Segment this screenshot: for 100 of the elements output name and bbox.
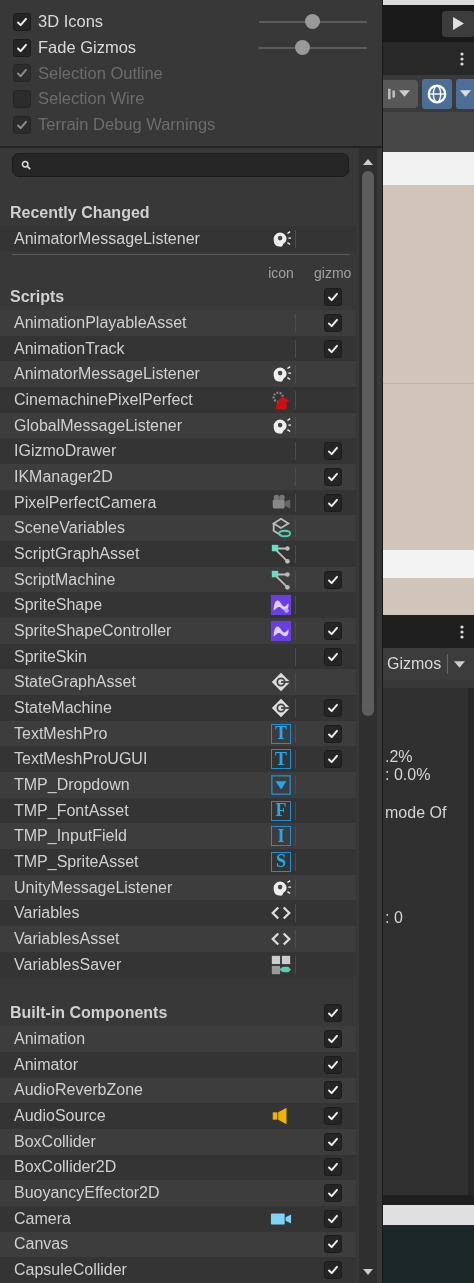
letter-icon: I [271, 826, 291, 847]
component-name: TMP_SpriteAsset [13, 852, 140, 871]
gizmo-checkbox[interactable] [324, 467, 342, 486]
component-name: UnityMessageListener [13, 878, 174, 897]
play-button[interactable] [442, 10, 474, 37]
slider-thumb[interactable] [304, 14, 320, 30]
node-graph-icon [270, 568, 292, 591]
view-mode-button[interactable] [383, 79, 418, 108]
state-node-icon [270, 696, 292, 719]
more-icon[interactable] [460, 624, 464, 639]
gizmo-checkbox[interactable] [324, 493, 342, 512]
component-name: TMP_FontAsset [13, 801, 130, 820]
scroll-down-icon[interactable] [363, 1269, 373, 1275]
column-header: gizmo [313, 264, 353, 281]
component-name: SpriteShapeController [13, 621, 173, 640]
play-icon [452, 17, 464, 30]
component-name: CapsuleCollider [13, 1261, 128, 1280]
orientation-button[interactable] [422, 78, 452, 109]
option-label: 3D Icons [38, 12, 105, 32]
gizmo-checkbox[interactable] [324, 1004, 342, 1023]
component-name: TMP_Dropdown [13, 775, 131, 794]
slider-thumb[interactable] [295, 40, 311, 56]
component-name: TextMeshPro [13, 724, 109, 743]
gizmo-checkbox[interactable] [324, 750, 342, 769]
component-name: TMP_InputField [13, 827, 128, 846]
sprite-shape-icon [270, 619, 292, 642]
component-name: Variables [13, 904, 81, 923]
sprite-shape-icon [270, 594, 292, 617]
gizmo-checkbox[interactable] [324, 1158, 342, 1177]
component-name: BoxCollider [13, 1132, 97, 1151]
cube-eye-icon [270, 517, 292, 540]
component-name: SceneVariables [13, 519, 126, 538]
search-icon [21, 160, 31, 170]
component-name: CinemachinePixelPerfect [13, 390, 194, 409]
component-name: VariablesSaver [13, 955, 123, 974]
component-name: IGizmoDrawer [13, 442, 118, 461]
component-name: ScriptGraphAsset [13, 544, 141, 563]
search-field[interactable] [12, 153, 349, 177]
component-name: SpriteShape [13, 596, 104, 615]
gizmo-checkbox[interactable] [324, 1107, 342, 1125]
component-name: PixelPerfectCamera [13, 493, 158, 512]
gizmo-checkbox[interactable] [324, 1132, 342, 1151]
component-name: AnimationPlayableAsset [13, 313, 188, 332]
gizmo-checkbox[interactable] [324, 570, 342, 589]
stat-text: mode Of [385, 804, 448, 822]
checkbox[interactable] [13, 12, 31, 31]
component-name: Animation [13, 1030, 87, 1048]
letter-icon: F [271, 800, 291, 821]
letter-icon: S [271, 851, 291, 872]
section-heading: Recently Changed [9, 203, 151, 222]
caret-icon [454, 660, 466, 668]
column-header: icon [268, 264, 294, 281]
component-name: GlobalMessageListener [13, 416, 184, 435]
component-name: IKManager2D [13, 467, 114, 486]
gizmo-checkbox[interactable] [324, 313, 342, 332]
component-name: Canvas [13, 1235, 70, 1254]
caret-icon [459, 90, 471, 97]
scrollbar-thumb[interactable] [362, 171, 374, 716]
component-name: AnimatorMessageListener [13, 365, 201, 384]
letter-icon: T [271, 723, 291, 744]
component-name: AudioSource [13, 1107, 107, 1125]
dropdown-button[interactable] [456, 78, 474, 109]
component-name: StateGraphAsset [13, 673, 137, 692]
gizmo-checkbox[interactable] [324, 698, 342, 717]
section-heading: Scripts [9, 288, 66, 307]
scroll-up-icon[interactable] [363, 159, 373, 165]
option-label: Fade Gizmos [38, 38, 138, 58]
section-heading: Built-in Components [9, 1004, 169, 1023]
checkbox[interactable] [13, 38, 31, 57]
component-name: AnimationTrack [13, 339, 126, 358]
globe-icon [426, 82, 448, 105]
component-name: Camera [13, 1209, 72, 1228]
gizmos-tab[interactable]: Gizmos [387, 655, 442, 673]
stat-text: .2% [385, 748, 414, 766]
component-name: VariablesAsset [13, 929, 121, 948]
component-name: TextMeshProUGUI [13, 750, 149, 769]
component-name: BuoyancyEffector2D [13, 1184, 161, 1202]
node-graph-icon [270, 542, 292, 565]
component-name: StateMachine [13, 698, 113, 717]
gizmo-checkbox[interactable] [324, 339, 342, 358]
gizmo-checkbox[interactable] [324, 1055, 342, 1074]
gizmo-checkbox[interactable] [324, 1261, 342, 1280]
gizmo-checkbox[interactable] [324, 1235, 342, 1254]
gizmo-checkbox[interactable] [324, 724, 342, 743]
gizmo-checkbox[interactable] [324, 1184, 342, 1202]
caret-icon [399, 90, 410, 97]
gizmo-checkbox[interactable] [324, 1209, 342, 1228]
more-icon[interactable] [460, 51, 464, 66]
gizmo-checkbox[interactable] [324, 442, 342, 461]
gizmo-checkbox[interactable] [324, 647, 342, 666]
component-name: SpriteSkin [13, 647, 88, 666]
component-name: AudioReverbZone [13, 1081, 144, 1100]
gizmo-checkbox[interactable] [324, 1030, 342, 1048]
letter-icon: T [271, 749, 291, 770]
blocks-icon [270, 953, 292, 976]
dropdown-icon [270, 773, 292, 796]
stat-text: : 0 [385, 909, 404, 927]
gizmo-checkbox[interactable] [324, 621, 342, 640]
gizmo-checkbox[interactable] [324, 288, 342, 307]
gizmo-checkbox[interactable] [324, 1081, 342, 1100]
